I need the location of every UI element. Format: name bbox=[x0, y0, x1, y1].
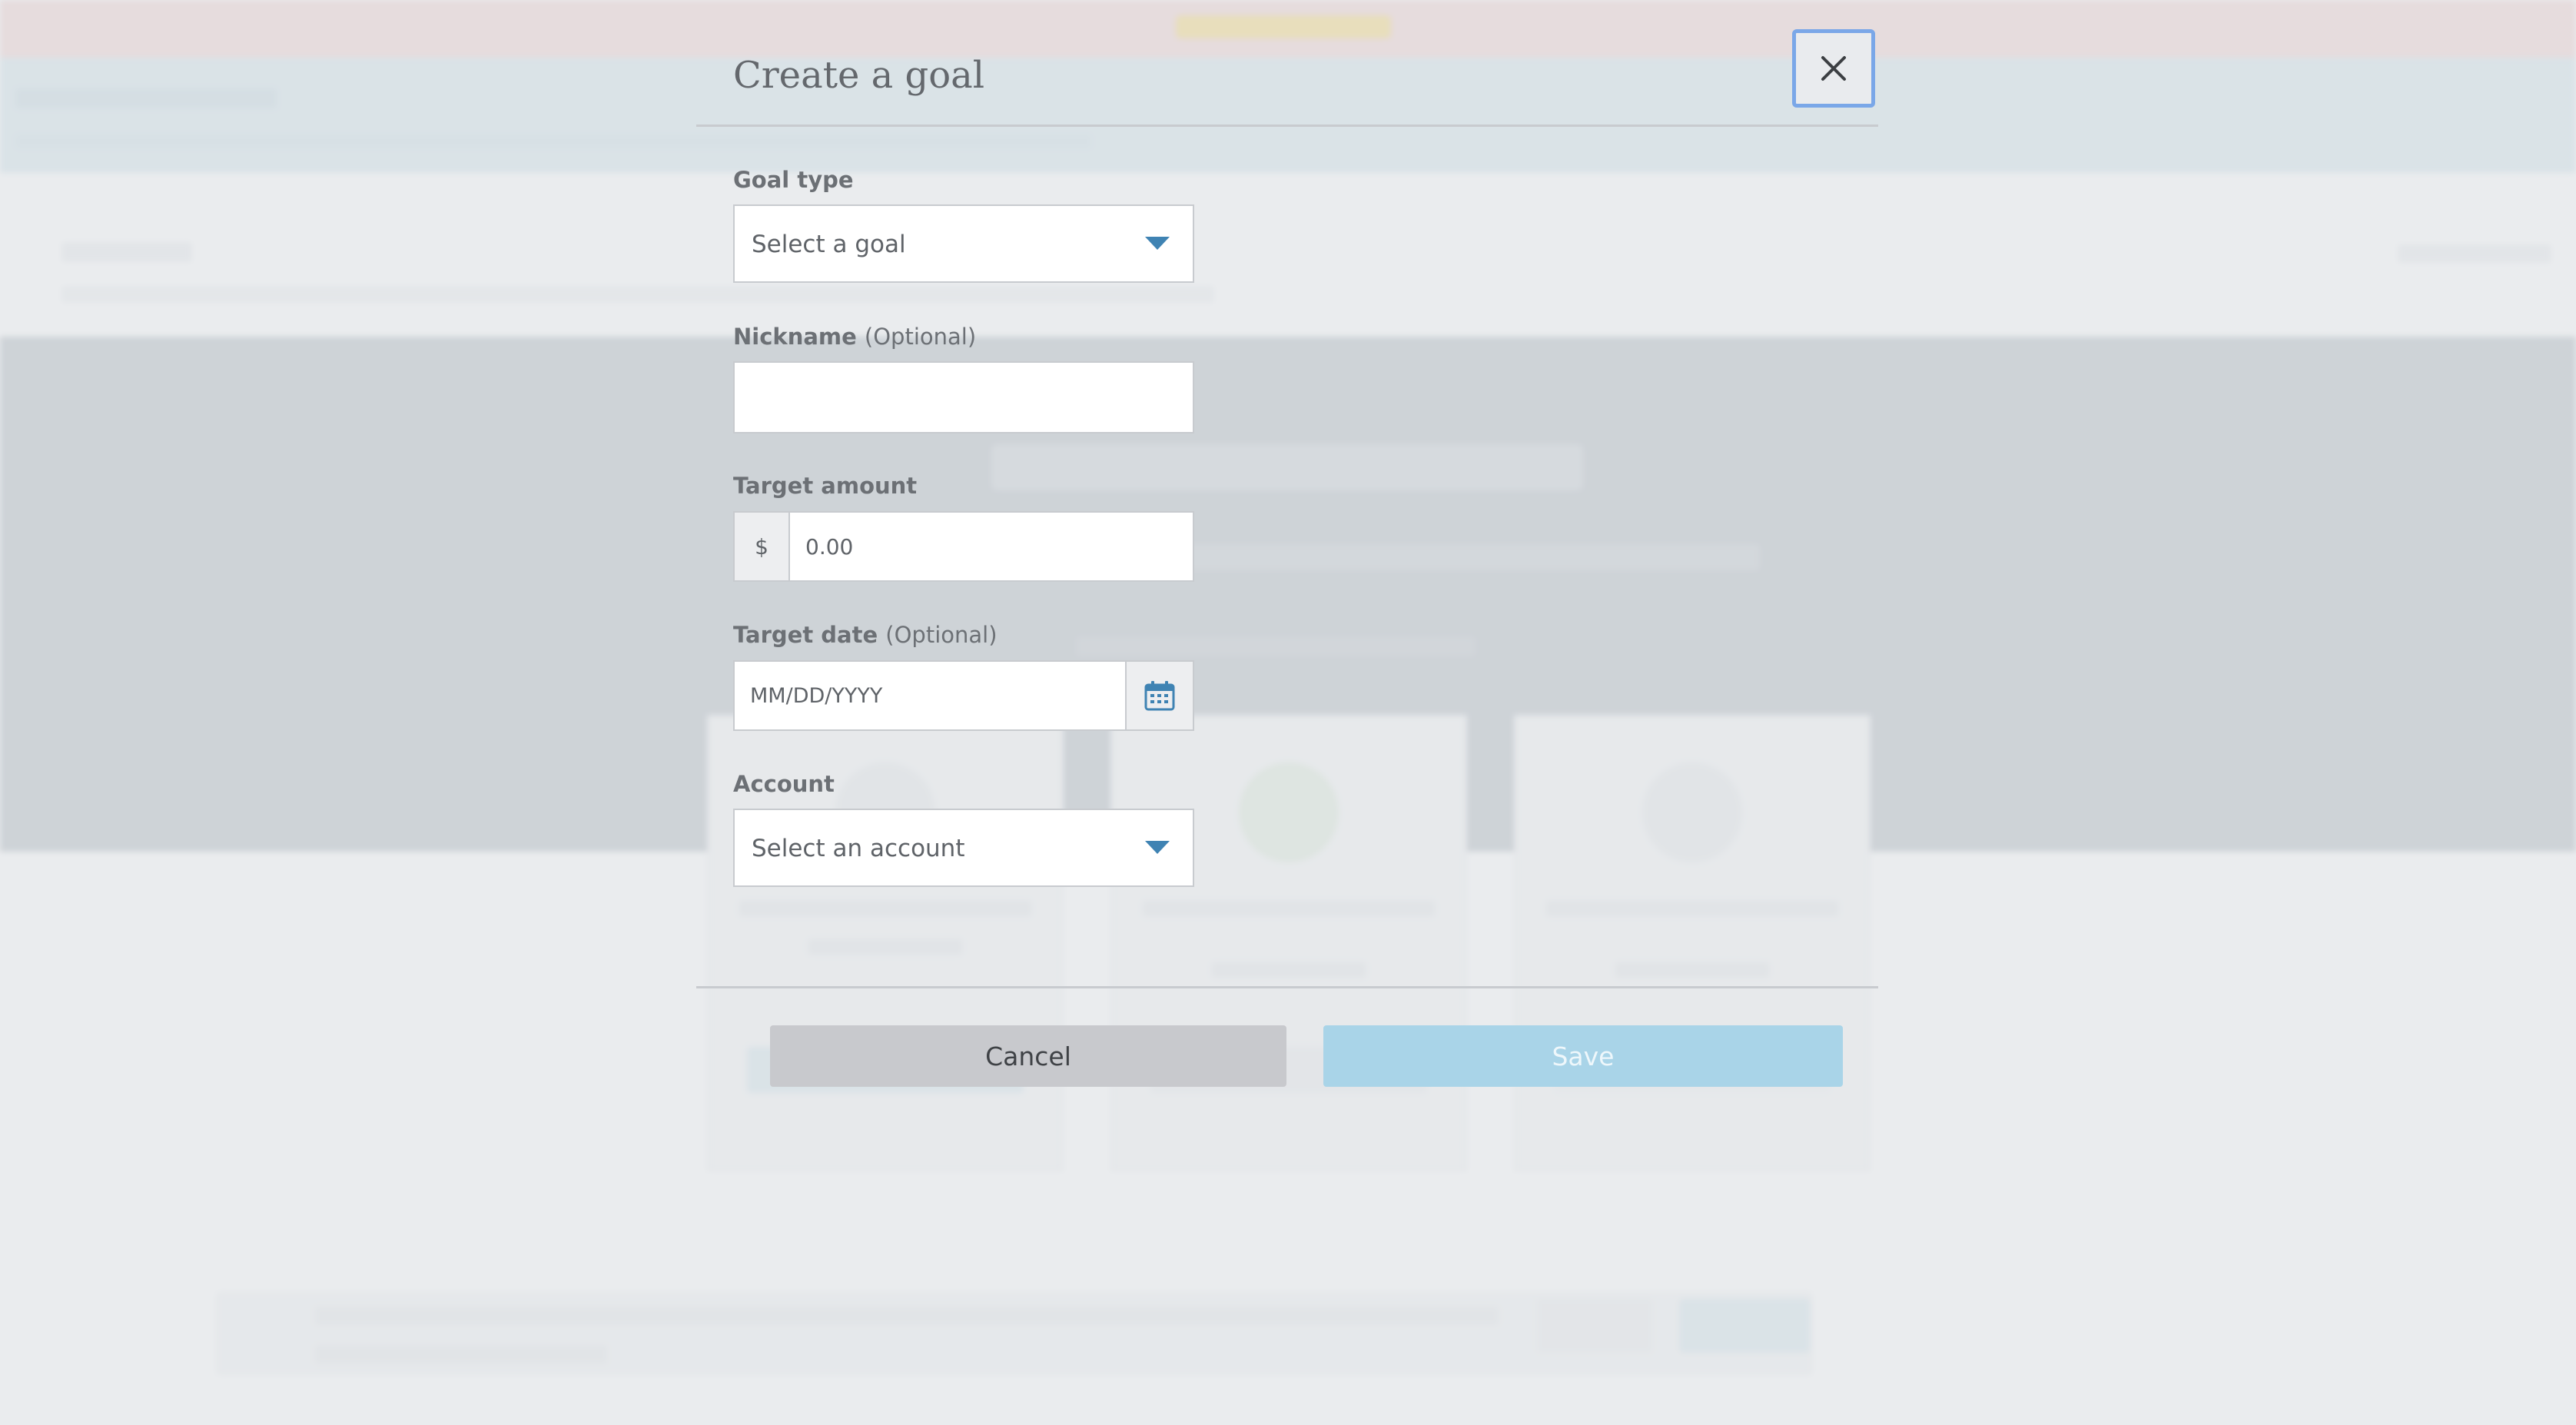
goal-type-select[interactable]: Select a goal bbox=[733, 204, 1194, 283]
nickname-label: Nickname (Optional) bbox=[733, 324, 977, 350]
currency-prefix: $ bbox=[733, 511, 790, 582]
close-button[interactable] bbox=[1792, 29, 1875, 108]
chevron-down-icon bbox=[1145, 841, 1170, 854]
close-icon bbox=[1821, 56, 1846, 81]
modal-title: Create a goal bbox=[733, 54, 985, 97]
target-date-group bbox=[733, 660, 1194, 731]
cancel-button[interactable]: Cancel bbox=[770, 1025, 1286, 1087]
header-divider bbox=[696, 125, 1878, 127]
chevron-down-icon bbox=[1145, 237, 1170, 250]
optional-tag: (Optional) bbox=[885, 622, 998, 648]
goal-type-selected-value: Select a goal bbox=[752, 231, 906, 258]
footer-divider bbox=[696, 986, 1878, 988]
account-label: Account bbox=[733, 771, 835, 797]
target-amount-input[interactable] bbox=[788, 511, 1194, 582]
nickname-input[interactable] bbox=[733, 361, 1194, 433]
goal-type-label: Goal type bbox=[733, 167, 854, 193]
create-goal-modal: Create a goal Goal type Select a goal Ni… bbox=[696, 0, 1878, 1107]
account-selected-value: Select an account bbox=[752, 835, 965, 862]
target-date-input[interactable] bbox=[733, 660, 1127, 731]
target-date-label: Target date (Optional) bbox=[733, 622, 998, 648]
calendar-icon bbox=[1144, 681, 1175, 711]
account-select[interactable]: Select an account bbox=[733, 809, 1194, 887]
optional-tag: (Optional) bbox=[864, 324, 977, 350]
calendar-button[interactable] bbox=[1125, 660, 1194, 731]
save-button[interactable]: Save bbox=[1323, 1025, 1843, 1087]
target-amount-label: Target amount bbox=[733, 473, 918, 499]
target-amount-group: $ bbox=[733, 511, 1194, 582]
